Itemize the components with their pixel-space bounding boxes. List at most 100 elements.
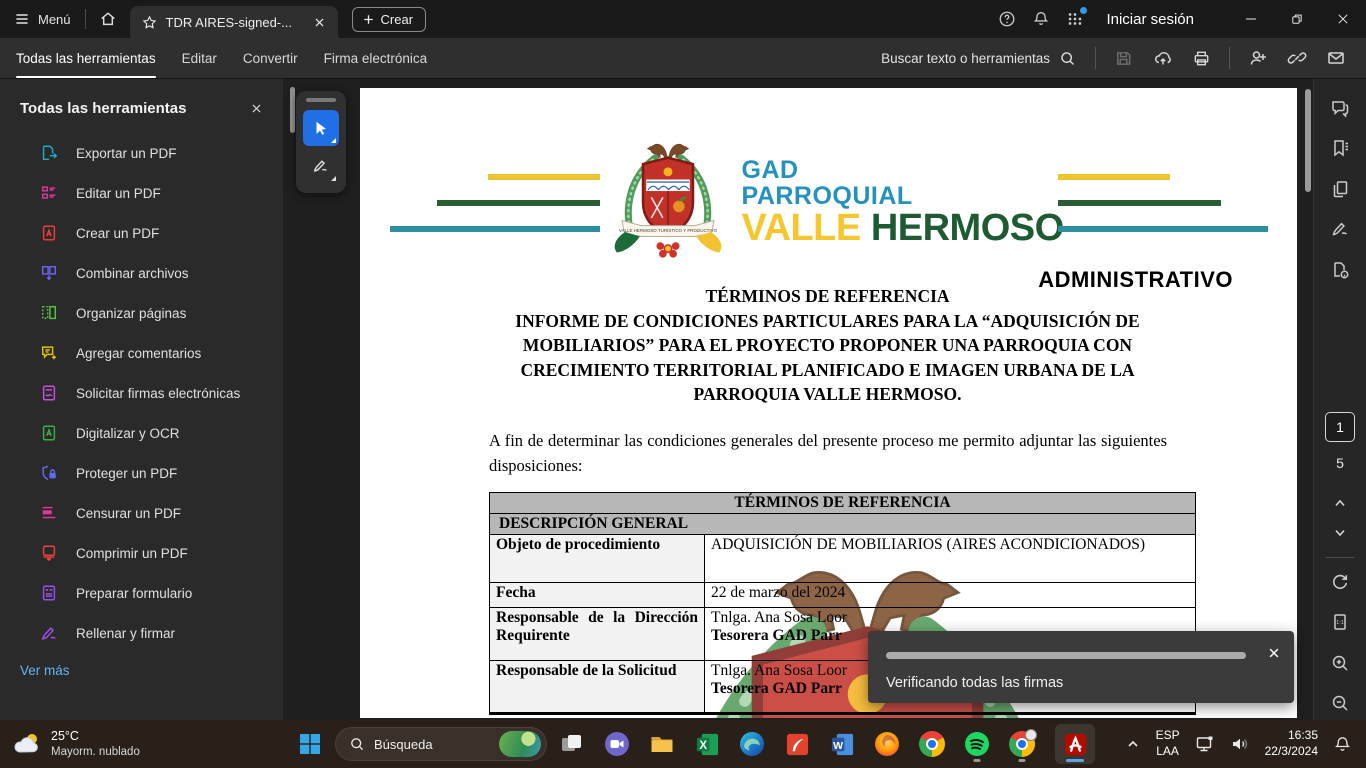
page-number-input[interactable]: 1 [1325, 412, 1355, 442]
tool-protect-pdf[interactable]: Proteger un PDF [0, 453, 283, 493]
toast-close-icon[interactable] [1267, 646, 1281, 660]
logo-valle: VALLE [742, 207, 861, 249]
tool-organize-pages[interactable]: Organizar páginas [0, 293, 283, 333]
apps-grid-button[interactable] [1058, 0, 1092, 38]
divider [1095, 47, 1096, 69]
print-button[interactable] [1183, 41, 1220, 75]
task-view-icon [560, 732, 584, 756]
drag-handle[interactable] [306, 98, 336, 102]
email-button[interactable] [1317, 41, 1354, 75]
document-scrollbar[interactable] [1305, 89, 1311, 192]
bookmarks-icon[interactable] [1322, 131, 1358, 164]
fit-page-icon[interactable]: 1:1 [1322, 606, 1358, 639]
tool-scan-ocr[interactable]: Digitalizar y OCR [0, 413, 283, 453]
create-pdf-icon [40, 224, 58, 242]
taskbar-edge[interactable] [732, 724, 772, 764]
redact-pdf-icon [40, 504, 58, 522]
word-icon: W [830, 732, 855, 757]
zoom-in-icon[interactable] [1322, 646, 1358, 679]
sign-tool-button[interactable] [303, 148, 339, 184]
chrome-icon [1009, 731, 1035, 757]
cloud-upload-button[interactable] [1144, 41, 1181, 75]
page-thumbnails-icon[interactable] [1322, 172, 1358, 205]
save-button[interactable] [1105, 41, 1142, 75]
prepare-form-icon [40, 584, 58, 602]
start-button[interactable] [290, 724, 330, 764]
select-tool-button[interactable] [303, 110, 339, 146]
taskbar-spotify[interactable] [957, 724, 997, 764]
tab-all-tools[interactable]: Todas las herramientas [16, 38, 156, 78]
create-button[interactable]: Crear [352, 7, 427, 32]
signature-pen-icon[interactable] [1322, 212, 1358, 245]
taskbar-word[interactable]: W [822, 724, 862, 764]
tray-time: 16:35 [1265, 728, 1318, 744]
clock-widget[interactable]: 16:35 22/3/2024 [1265, 728, 1318, 759]
see-more-link[interactable]: Ver más [20, 663, 70, 678]
tool-request-signatures[interactable]: Solicitar firmas electrónicas [0, 373, 283, 413]
tool-combine-files[interactable]: Combinar archivos [0, 253, 283, 293]
tool-fill-sign[interactable]: Rellenar y firmar [0, 613, 283, 653]
tool-create-pdf[interactable]: Crear un PDF [0, 213, 283, 253]
tool-prepare-form[interactable]: Preparar formulario [0, 573, 283, 613]
hidden-icons-chevron[interactable] [1125, 736, 1141, 752]
tab-close-icon[interactable] [313, 16, 326, 29]
spotify-icon [964, 731, 990, 757]
notifications-bell-button[interactable] [1024, 0, 1058, 38]
combine-files-icon [40, 264, 58, 282]
progress-bar [886, 652, 1246, 659]
tool-add-comments[interactable]: Agregar comentarios [0, 333, 283, 373]
volume-icon[interactable] [1230, 734, 1250, 754]
document-tab[interactable]: TDR AIRES-signed-... [130, 6, 338, 38]
notification-bell-icon[interactable] [1333, 735, 1352, 754]
weather-widget[interactable]: 25°C Mayorm. nublado [12, 729, 140, 759]
previous-page-chevron-icon[interactable] [1332, 495, 1348, 511]
comments-icon[interactable] [1322, 91, 1358, 124]
taskbar-firefox[interactable] [867, 724, 907, 764]
search-tools-button[interactable]: Buscar texto o herramientas [871, 50, 1086, 67]
logo-gad: GAD [742, 158, 1058, 184]
zoom-out-icon[interactable] [1322, 687, 1358, 720]
rotate-icon[interactable] [1322, 565, 1358, 598]
add-user-button[interactable] [1239, 41, 1276, 75]
attachments-info-icon[interactable] [1322, 253, 1358, 286]
task-view-button[interactable] [552, 724, 592, 764]
menu-button[interactable]: Menú [0, 0, 85, 38]
tool-export-pdf[interactable]: Exportar un PDF [0, 133, 283, 173]
tab-convert[interactable]: Convertir [243, 38, 298, 78]
document-heading: TÉRMINOS DE REFERENCIA INFORME DE CONDIC… [494, 284, 1161, 407]
titlebar: Menú TDR AIRES-signed-... Crear Iniciar … [0, 0, 1366, 38]
taskbar-acrobat[interactable] [1055, 724, 1095, 764]
language-indicator[interactable]: ESP LAA [1156, 728, 1180, 759]
panel-close-icon[interactable] [250, 102, 263, 115]
taskbar-file-explorer[interactable] [642, 724, 682, 764]
taskbar-chrome[interactable] [912, 724, 952, 764]
next-page-chevron-icon[interactable] [1332, 525, 1348, 541]
tool-edit-pdf[interactable]: Editar un PDF [0, 173, 283, 213]
restore-button[interactable] [1274, 0, 1320, 38]
home-button[interactable] [86, 0, 130, 38]
weather-desc: Mayorm. nublado [51, 745, 140, 759]
taskbar-chrome-profile2[interactable] [1002, 724, 1042, 764]
help-button[interactable] [990, 0, 1024, 38]
star-icon[interactable] [142, 15, 157, 30]
home-icon [99, 10, 117, 28]
excel-icon: X [695, 732, 720, 757]
taskbar-chat-app[interactable] [597, 724, 637, 764]
network-display-icon[interactable] [1195, 734, 1215, 754]
taskbar-excel[interactable]: X [687, 724, 727, 764]
tab-esign[interactable]: Firma electrónica [324, 38, 428, 78]
taskbar-pdf-tool[interactable] [777, 724, 817, 764]
minimize-button[interactable] [1228, 0, 1274, 38]
close-window-button[interactable] [1320, 0, 1366, 38]
taskbar-search-input[interactable]: Búsqueda [335, 727, 547, 761]
link-button[interactable] [1278, 41, 1315, 75]
panel-scrollbar[interactable] [290, 87, 295, 133]
tab-edit[interactable]: Editar [182, 38, 217, 78]
sign-in-button[interactable]: Iniciar sesión [1106, 11, 1194, 28]
menu-label: Menú [38, 12, 71, 27]
hamburger-icon [14, 11, 30, 27]
request-signatures-icon [40, 384, 58, 402]
table-subheader: DESCRIPCIÓN GENERAL [490, 514, 1196, 535]
tool-redact-pdf[interactable]: Censurar un PDF [0, 493, 283, 533]
tool-compress-pdf[interactable]: Comprimir un PDF [0, 533, 283, 573]
